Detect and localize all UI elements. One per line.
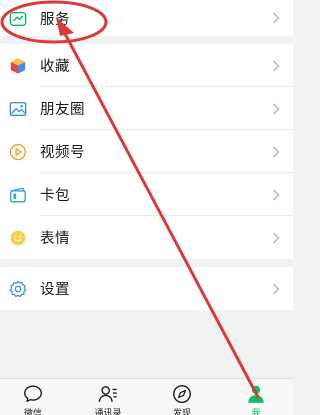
chevron-right-icon	[273, 232, 280, 243]
tab-contacts[interactable]: 通讯录	[78, 383, 138, 415]
menu-item-label: 服务	[40, 12, 70, 28]
menu-item-favorites[interactable]: 收藏	[0, 44, 293, 87]
chevron-right-icon	[273, 12, 280, 24]
menu-item-label: 卡包	[40, 188, 70, 204]
tab-discover[interactable]: 发现	[152, 383, 212, 415]
menu-item-label: 视频号	[40, 145, 85, 161]
service-icon	[9, 11, 27, 27]
moments-picture-icon	[9, 101, 27, 116]
tab-label: 发现	[172, 409, 191, 415]
chevron-right-icon	[273, 283, 280, 294]
card-wallet-icon	[10, 187, 26, 202]
contacts-icon	[98, 385, 117, 402]
bottom-tab-bar: 微信 通讯录 发现 我	[0, 378, 293, 415]
compass-icon	[173, 385, 191, 403]
service-group: 服务	[0, 0, 293, 36]
menu-item-moments[interactable]: 朋友圈	[0, 87, 293, 130]
gear-icon	[9, 280, 27, 297]
chevron-right-icon	[273, 103, 280, 114]
person-icon	[248, 385, 264, 403]
menu-item-label: 收藏	[40, 59, 70, 75]
tab-label: 通讯录	[94, 409, 122, 415]
menu-item-channels[interactable]: 视频号	[0, 130, 293, 173]
tab-me[interactable]: 我	[226, 383, 286, 415]
chevron-right-icon	[273, 146, 280, 157]
section-gap	[0, 259, 293, 267]
channels-play-icon	[9, 143, 27, 160]
menu-item-label: 表情	[40, 231, 70, 247]
favorites-cube-icon	[10, 57, 26, 74]
settings-group: 设置	[0, 267, 293, 310]
menu-item-stickers[interactable]: 表情	[0, 216, 293, 259]
section-gap	[0, 36, 293, 44]
menu-item-card-wallet[interactable]: 卡包	[0, 173, 293, 216]
chevron-right-icon	[273, 189, 280, 200]
tab-chats[interactable]: 微信	[3, 383, 63, 415]
chevron-right-icon	[273, 60, 280, 71]
menu-item-settings[interactable]: 设置	[0, 267, 293, 310]
sticker-smile-icon	[10, 230, 26, 245]
menu-item-label: 朋友圈	[40, 102, 85, 118]
tab-label: 微信	[23, 409, 42, 415]
tab-label: 我	[251, 409, 261, 415]
menu-item-service[interactable]: 服务	[0, 0, 293, 36]
menu-item-label: 设置	[40, 282, 70, 298]
me-page-screen: 服务 收藏 朋友圈 视频号 卡包 表情 设置 微信 通讯录 发现 我	[0, 0, 293, 415]
main-menu-group: 收藏 朋友圈 视频号 卡包 表情	[0, 44, 293, 259]
chat-bubble-icon	[24, 385, 42, 403]
